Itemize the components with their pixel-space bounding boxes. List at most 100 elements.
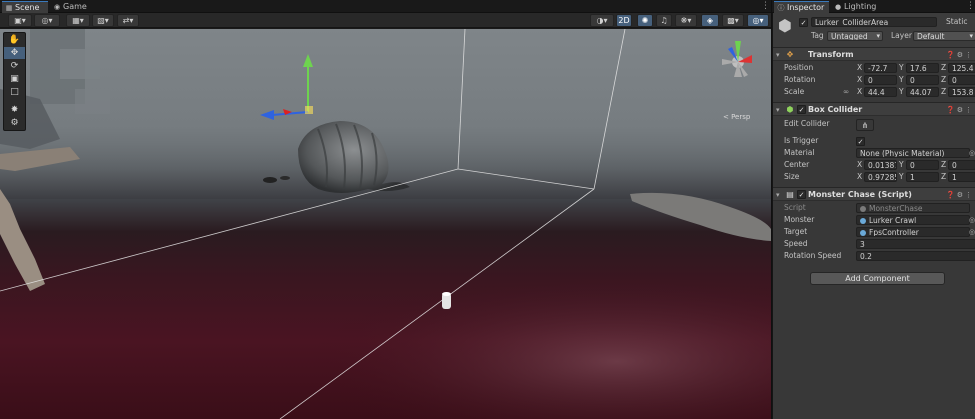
speed-field[interactable]: 3 — [856, 239, 975, 249]
rotation-z-field[interactable]: 0 — [948, 75, 975, 85]
transform-header[interactable]: ▾ ✥ Transform ❓⚙⋮ — [773, 47, 975, 61]
transform-tool-icon[interactable]: ✸ — [4, 104, 25, 116]
scene-viewport[interactable]: ✋ ✥ ⟳ ▣ □ ✸ ⚙ < Persp — [0, 29, 771, 419]
rect-tool-icon[interactable]: □ — [4, 86, 25, 98]
add-component-button[interactable]: Add Component — [810, 272, 945, 285]
move-camera-button[interactable]: ⇄▾ — [117, 14, 139, 27]
material-field[interactable]: None (Physic Material) — [856, 148, 970, 158]
tab-lighting[interactable]: ● Lighting — [831, 1, 879, 13]
axis-y-label: Y — [899, 75, 904, 84]
target-label: Target — [784, 227, 808, 236]
axis-y-label: Y — [899, 160, 904, 169]
center-x-field[interactable]: 0.01387 — [864, 160, 897, 170]
render-mode-button[interactable]: ◎▾ — [34, 14, 60, 27]
axis-z-label: Z — [941, 172, 947, 181]
position-z-field[interactable]: 125.4 — [948, 63, 975, 73]
tab-inspector-label: Inspector — [787, 3, 825, 12]
rotation-speed-field[interactable]: 0.2 — [856, 251, 975, 261]
fold-arrow-icon[interactable]: ▾ — [776, 104, 780, 116]
rotation-x-field[interactable]: 0 — [864, 75, 897, 85]
inspector-tab-menu-icon[interactable]: ⋮ — [966, 0, 975, 12]
scale-y-field[interactable]: 44.07 — [906, 87, 939, 97]
edit-collider-button[interactable]: ⋔ — [856, 119, 874, 131]
tab-game[interactable]: ◉ Game — [50, 1, 90, 13]
box-collider-enabled-checkbox[interactable]: ✓ — [797, 105, 806, 114]
component-menu-icons[interactable]: ❓⚙⋮ — [946, 104, 974, 116]
size-label: Size — [784, 172, 800, 181]
size-y-field[interactable]: 1 — [906, 172, 939, 182]
scale-z-field[interactable]: 153.8 — [948, 87, 975, 97]
hidden-objects-button[interactable]: ◈ — [701, 14, 719, 27]
layer-label: Layer — [891, 31, 912, 40]
object-picker-icon[interactable]: ◎ — [969, 227, 975, 237]
size-z-field[interactable]: 1 — [948, 172, 975, 182]
object-name-field[interactable]: Lurker_ColliderArea — [811, 17, 937, 27]
material-label: Material — [784, 148, 815, 157]
tab-scene[interactable]: ▦ Scene — [2, 1, 48, 13]
bulb-icon: ● — [834, 3, 842, 11]
scene-tab-menu-icon[interactable]: ⋮ — [761, 0, 770, 12]
scale-tool-icon[interactable]: ▣ — [4, 73, 25, 85]
object-header: ⬢ ✓ Lurker_ColliderArea Static Tag Untag… — [773, 13, 975, 50]
center-y-field[interactable]: 0 — [906, 160, 939, 170]
audio-button[interactable]: ♫ — [656, 14, 672, 27]
monster-chase-enabled-checkbox[interactable]: ✓ — [797, 190, 806, 199]
orientation-gizmo-icon — [722, 41, 752, 77]
monster-field[interactable]: Lurker Crawl — [856, 215, 970, 225]
size-x-field[interactable]: 0.97285 — [864, 172, 897, 182]
fold-arrow-icon[interactable]: ▾ — [776, 49, 780, 61]
shading-mode-button[interactable]: ▣▾ — [8, 14, 32, 27]
persp-label[interactable]: < Persp — [723, 113, 750, 121]
tab-inspector[interactable]: ⓘ Inspector — [774, 1, 829, 13]
scene-lighting-button[interactable]: ✺ — [637, 14, 653, 27]
draw-mode-button[interactable]: ◑▾ — [590, 14, 614, 27]
center-z-field[interactable]: 0 — [948, 160, 975, 170]
move-gizmo — [260, 54, 313, 120]
tag-dropdown[interactable]: Untagged — [827, 31, 883, 41]
object-picker-icon[interactable]: ◎ — [969, 148, 975, 158]
rotate-tool-icon[interactable]: ⟳ — [4, 60, 25, 72]
axis-x-label: X — [857, 87, 863, 96]
grid-toggle-icon: ▦▾ — [72, 16, 84, 25]
info-icon: ⓘ — [777, 4, 785, 12]
script-label: Script — [784, 203, 806, 212]
transform-icon: ✥ — [786, 50, 794, 59]
gizmo-grid-button[interactable]: ▦▾ — [66, 14, 90, 27]
component-menu-icons[interactable]: ❓⚙⋮ — [946, 49, 974, 61]
position-label: Position — [784, 63, 814, 72]
gamepad-icon: ◉ — [53, 3, 61, 11]
scale-x-field[interactable]: 44.4 — [864, 87, 897, 97]
center-label: Center — [784, 160, 810, 169]
box-collider-header[interactable]: ▾ ⬢ ✓ Box Collider ❓⚙⋮ — [773, 102, 975, 116]
tab-game-label: Game — [63, 2, 87, 11]
effects-button[interactable]: ❋▾ — [675, 14, 697, 27]
box-collider-icon: ⬢ — [786, 105, 794, 114]
constrain-proportions-icon[interactable]: ∞ — [843, 87, 849, 97]
move-tool-icon[interactable]: ✥ — [4, 47, 25, 59]
gameobject-icon — [860, 230, 866, 236]
eye-slash-icon: ◈ — [706, 16, 714, 25]
component-menu-icons[interactable]: ❓⚙⋮ — [946, 189, 974, 201]
2d-toggle-button[interactable]: 2D — [616, 14, 632, 27]
object-picker-icon[interactable]: ◎ — [969, 215, 975, 225]
target-field[interactable]: FpsController — [856, 227, 970, 237]
object-active-checkbox[interactable]: ✓ — [799, 18, 808, 27]
speed-label: Speed — [784, 239, 808, 248]
snap-button[interactable]: ▧▾ — [92, 14, 114, 27]
target-value: FpsController — [869, 228, 919, 237]
rotation-y-field[interactable]: 0 — [906, 75, 939, 85]
custom-tool-icon[interactable]: ⚙ — [4, 117, 25, 129]
render-mode-icon: ◎▾ — [41, 16, 53, 25]
script-field: MonsterChase — [856, 203, 970, 213]
monster-chase-header[interactable]: ▾ ▤ ✓ Monster Chase (Script) ❓⚙⋮ — [773, 187, 975, 201]
is-trigger-checkbox[interactable]: ✓ — [856, 137, 865, 146]
position-x-field[interactable]: -72.7 — [864, 63, 897, 73]
transform-title: Transform — [808, 50, 854, 59]
camera-button[interactable]: ▩▾ — [722, 14, 744, 27]
layer-dropdown[interactable]: Default — [913, 31, 975, 41]
gizmos-button[interactable]: ◎▾ — [747, 14, 769, 27]
fold-arrow-icon[interactable]: ▾ — [776, 189, 780, 201]
hand-tool-icon[interactable]: ✋ — [4, 34, 25, 46]
position-y-field[interactable]: 17.6 — [906, 63, 939, 73]
axis-z-label: Z — [941, 160, 947, 169]
